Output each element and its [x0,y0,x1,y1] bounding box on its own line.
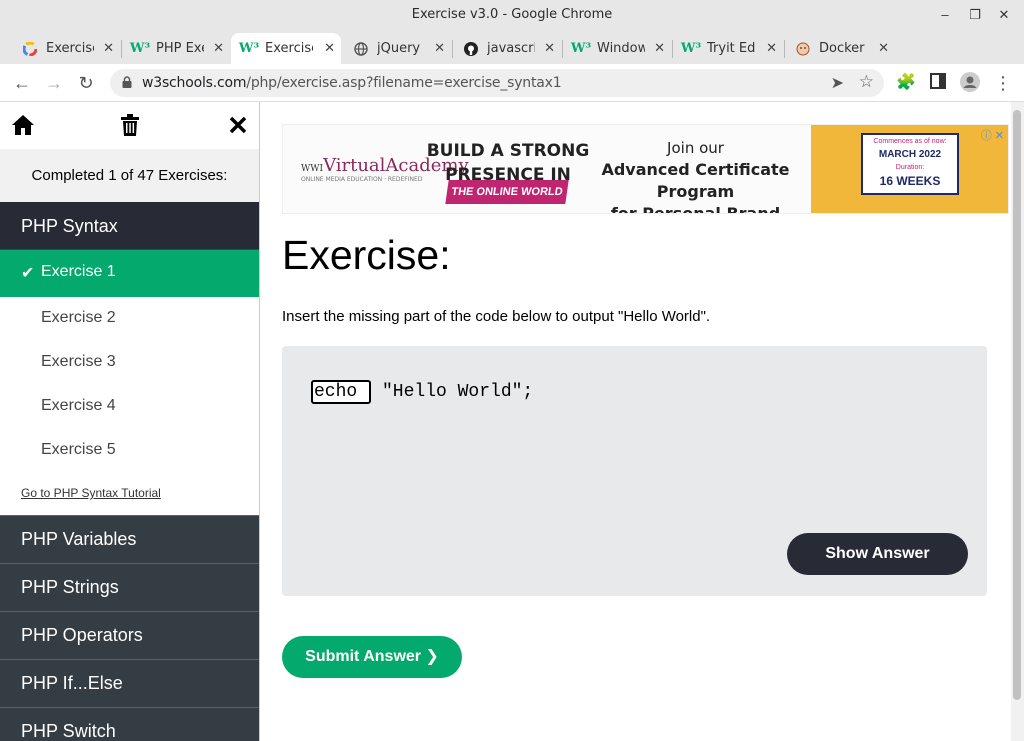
section-php-switch[interactable]: PHP Switch [0,707,259,741]
tab-exercise-1[interactable]: Exercise ✕ [12,33,120,64]
sidepanel-icon[interactable] [927,72,949,94]
colorful-c-icon [22,41,38,57]
exercise-sidebar: Completed 1 of 47 Exercises: PHP Syntax … [0,102,260,741]
star-icon[interactable]: ☆ [859,72,874,92]
completed-count: Completed 1 of 47 Exercises: [0,149,259,202]
tab-jquery[interactable]: jQuery ✕ [343,33,451,64]
url-host: w3schools.com [142,75,247,91]
page-title: Exercise: [282,232,451,278]
browser-toolbar: ← → ↻ w3schools.com/php/exercise.asp?fil… [0,64,1024,102]
w3schools-icon: W³ [680,41,702,56]
tab-label: PHP Exe [156,41,204,56]
w3schools-icon: W³ [570,41,592,56]
github-icon [463,41,479,57]
tab-label: jQuery [377,41,421,56]
forward-arrow-icon[interactable]: → [43,72,65,94]
tab-close-icon[interactable]: ✕ [766,41,777,56]
exercise-label: Exercise 1 [41,263,116,280]
ad-date-card: Commences as of now: MARCH 2022 Duration… [861,133,959,195]
profile-icon[interactable] [959,72,981,94]
tab-label: Window [597,41,645,56]
tab-close-icon[interactable]: ✕ [213,41,224,56]
exercise-instruction: Insert the missing part of the code belo… [282,308,711,325]
code-box: "Hello World"; Show Answer [282,346,987,596]
checkmark-icon: ✔ [21,265,35,282]
section-php-operators[interactable]: PHP Operators [0,611,259,659]
maximize-icon[interactable]: ❐ [966,6,984,24]
window-title: Exercise v3.0 - Google Chrome [411,7,613,22]
close-icon[interactable] [229,114,247,140]
tab-strip: Exercise ✕ W³ PHP Exe ✕ W³ Exercise ✕ jQ… [0,30,1024,88]
code-text: "Hello World"; [382,382,534,402]
window-titlebar: Exercise v3.0 - Google Chrome – ❐ ✕ [0,0,1024,30]
section-php-strings[interactable]: PHP Strings [0,563,259,611]
close-window-icon[interactable]: ✕ [995,6,1013,24]
tab-label: Exercise [46,41,94,56]
exercise-item-2[interactable]: Exercise 2 [0,297,259,341]
sidebar-toolbar [0,102,259,149]
tab-window[interactable]: W³ Window ✕ [563,33,671,64]
section-php-if-else[interactable]: PHP If...Else [0,659,259,707]
tab-close-icon[interactable]: ✕ [103,41,114,56]
globe-icon [353,41,369,57]
exercise-item-3[interactable]: Exercise 3 [0,341,259,385]
tab-label: Tryit Edi [707,41,755,56]
ad-program-text: Join our Advanced Certificate Program for … [601,139,790,214]
docker-face-icon [795,41,811,57]
tab-close-icon[interactable]: ✕ [434,41,445,56]
menu-kebab-icon[interactable]: ⋮ [992,72,1014,94]
w3schools-icon: W³ [238,41,260,56]
tab-close-icon[interactable]: ✕ [544,41,555,56]
url-path: /php/exercise.asp?filename=exercise_synt… [246,75,562,91]
address-bar[interactable]: w3schools.com/php/exercise.asp?filename=… [110,69,884,97]
ad-badge: THE ONLINE WORLD [445,180,569,204]
home-icon[interactable] [11,114,35,142]
minimize-icon[interactable]: – [936,6,954,24]
page-scrollbar[interactable] [1011,102,1024,741]
section-php-variables[interactable]: PHP Variables [0,515,259,563]
tab-label: javascri [487,41,535,56]
lock-icon [122,76,132,88]
tab-javascript[interactable]: javascri ✕ [453,33,561,64]
trash-icon[interactable] [120,114,140,142]
show-answer-button[interactable]: Show Answer [787,533,968,575]
tab-close-icon[interactable]: ✕ [324,41,335,56]
send-icon[interactable]: ➤ [831,73,844,93]
answer-input[interactable] [311,380,371,404]
adchoices-icon[interactable]: ⓘ ✕ [981,127,1004,143]
tab-php-exercises[interactable]: W³ PHP Exe ✕ [122,33,230,64]
tab-label: Docker [819,41,865,56]
code-line: "Hello World"; [311,380,533,404]
exercise-item-4[interactable]: Exercise 4 [0,385,259,429]
submit-answer-button[interactable]: Submit Answer ❯ [282,636,462,678]
reload-icon[interactable]: ↻ [75,72,97,94]
advertisement-banner[interactable]: WWIVirtualAcademy ONLINE MEDIA EDUCATION … [282,124,1009,214]
back-arrow-icon[interactable]: ← [11,72,33,94]
scrollbar-thumb[interactable] [1013,110,1021,700]
tab-close-icon[interactable]: ✕ [654,41,665,56]
exercise-item-5[interactable]: Exercise 5 [0,429,259,473]
extensions-icon[interactable]: 🧩 [895,72,917,94]
tab-exercise-active[interactable]: W³ Exercise ✕ [231,33,341,64]
exercise-main: WWIVirtualAcademy ONLINE MEDIA EDUCATION … [261,102,1011,741]
section-php-syntax[interactable]: PHP Syntax [0,202,259,250]
url-text: w3schools.com/php/exercise.asp?filename=… [142,75,562,91]
exercise-item-1[interactable]: ✔ Exercise 1 [0,250,259,297]
w3schools-icon: W³ [129,41,151,56]
tab-close-icon[interactable]: ✕ [878,41,889,56]
tutorial-link[interactable]: Go to PHP Syntax Tutorial [0,473,259,515]
tab-docker[interactable]: Docker ✕ [785,33,895,64]
tab-label: Exercise [265,41,313,56]
tab-tryit-editor[interactable]: W³ Tryit Edi ✕ [673,33,783,64]
